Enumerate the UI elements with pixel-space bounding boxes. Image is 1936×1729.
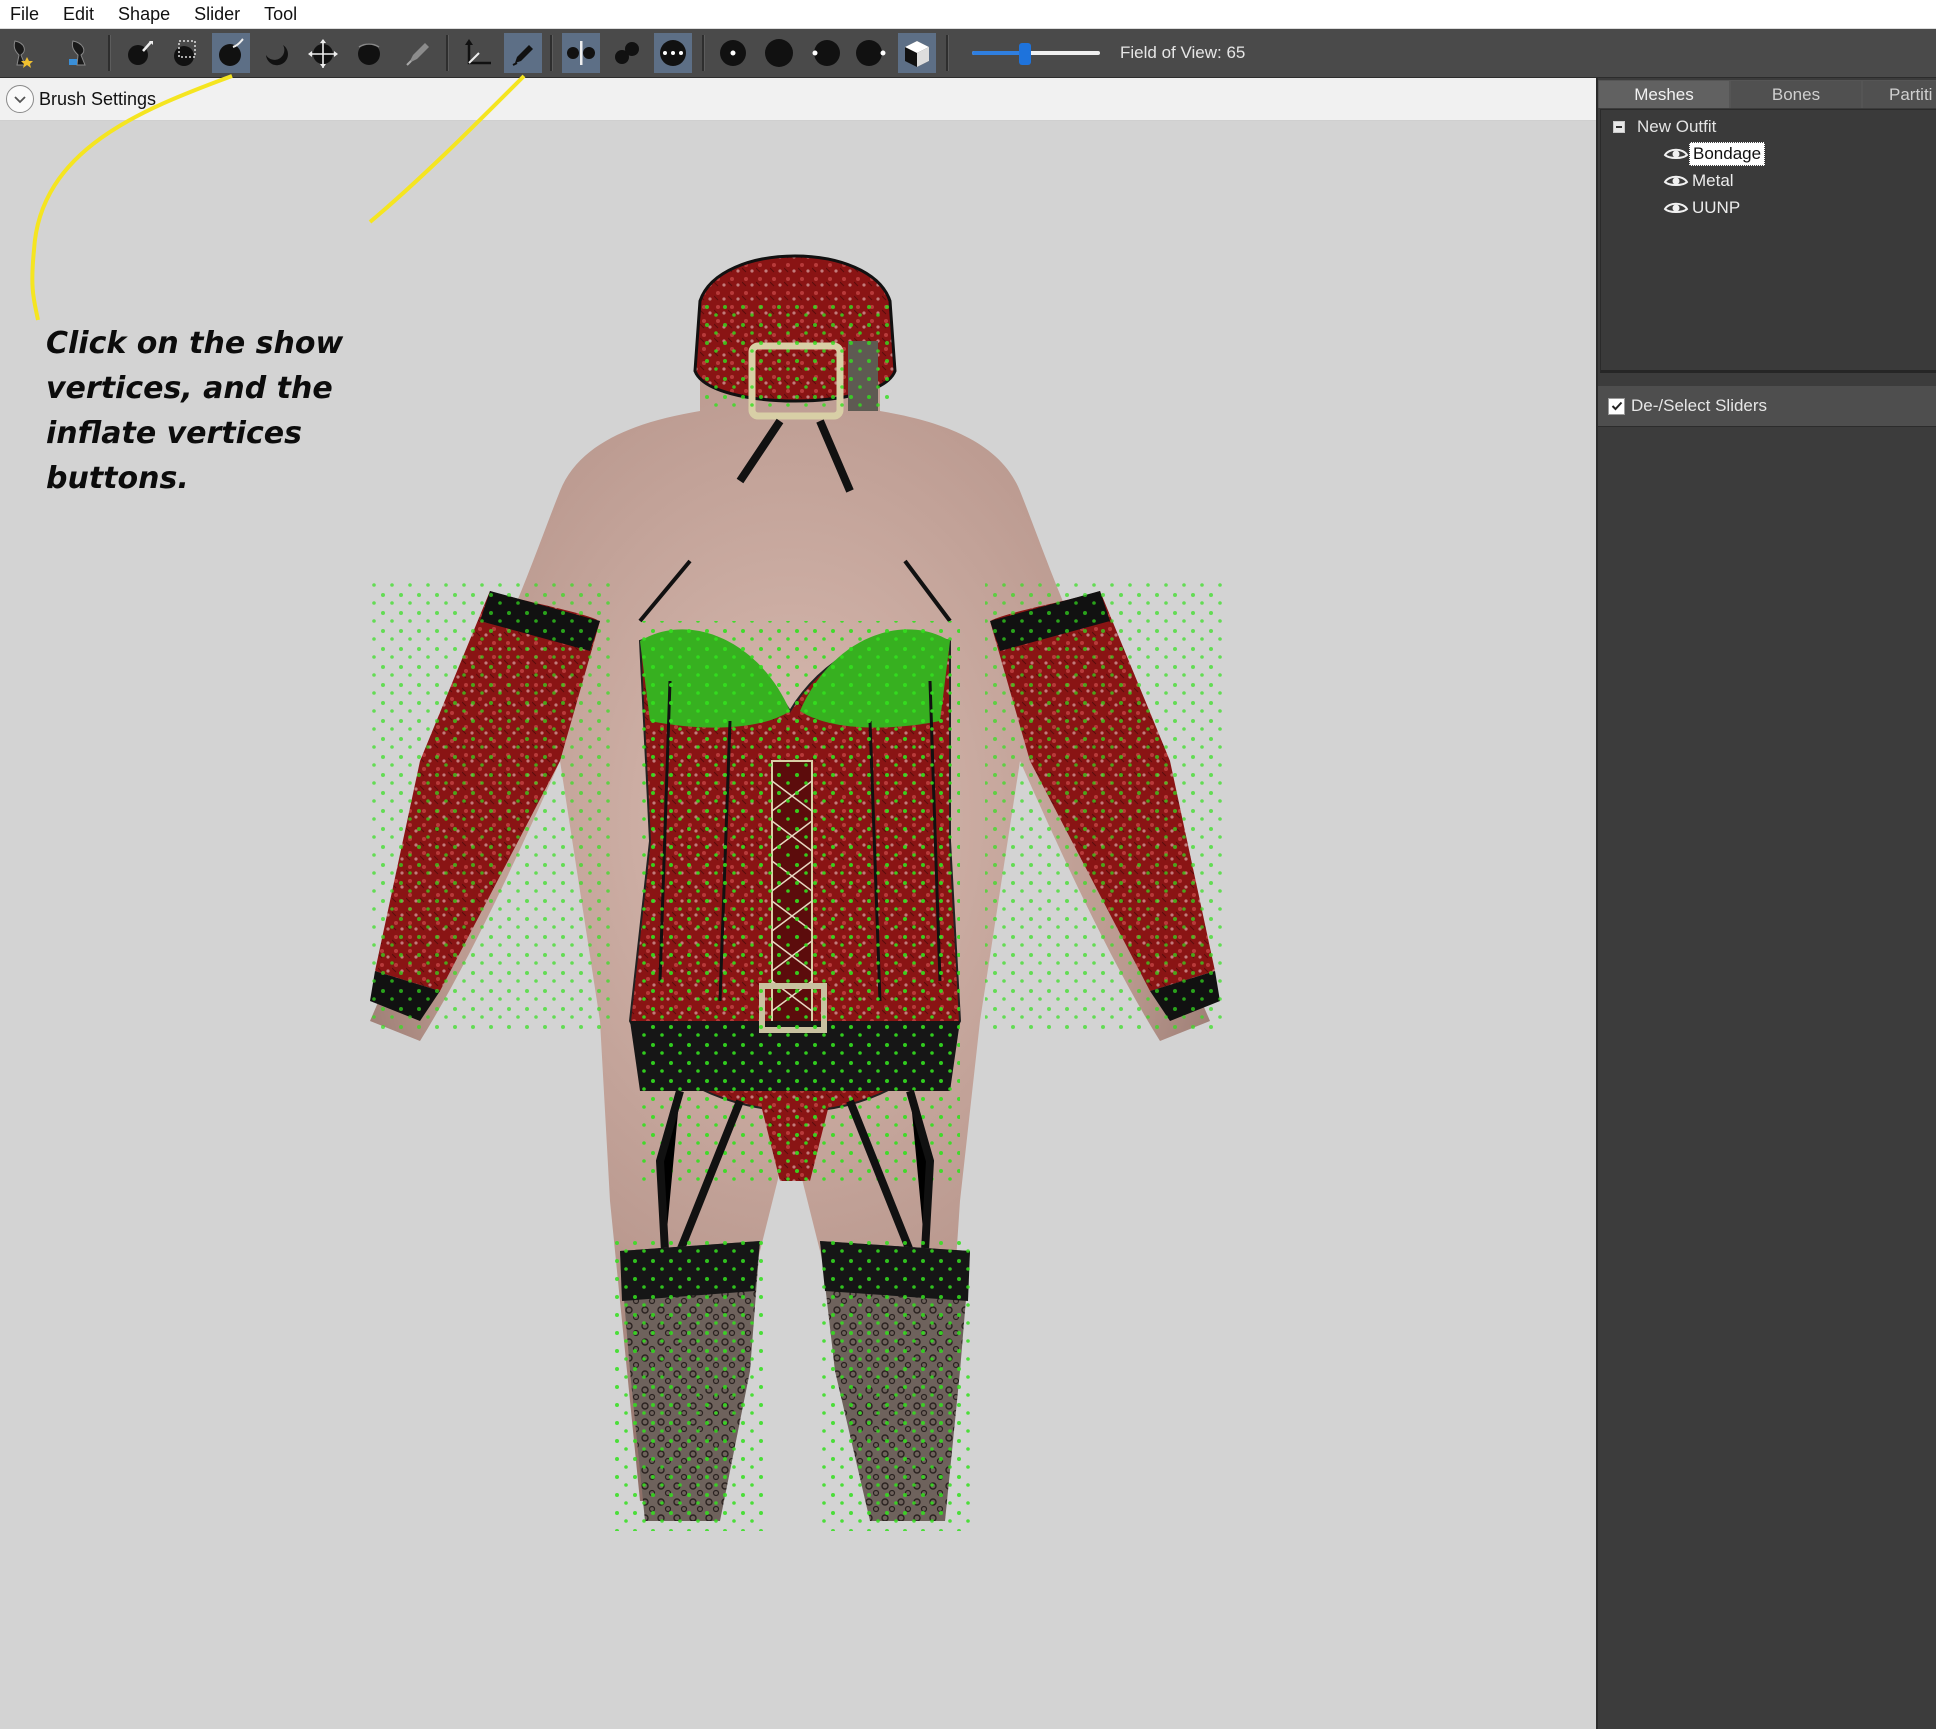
sphere-button[interactable] [760,33,798,73]
inflate-brush-button[interactable] [212,33,250,73]
slider-thumb[interactable] [1019,43,1031,65]
tree-item-label: Metal [1692,171,1734,190]
connected-only-button[interactable] [608,33,646,73]
brush-settings-bar[interactable]: Brush Settings [0,78,1596,121]
tutorial-annotation: Click on the show vertices, and the infl… [46,321,386,501]
weight-brush-icon [406,43,429,66]
tree-root[interactable]: New Outfit [1613,114,1716,140]
select-brush-button[interactable] [120,33,158,73]
eye-icon[interactable] [1663,172,1689,190]
new-project-icon [13,40,33,68]
menu-file[interactable]: File [0,0,51,28]
panel-tabs: Meshes Bones Partiti [1598,80,1936,108]
tree-item-label: UUNP [1692,198,1741,217]
deflate-brush-button[interactable] [258,33,296,73]
menu-edit[interactable]: Edit [51,0,106,28]
stockings [615,1241,975,1531]
menu-bar: File Edit Shape Slider Tool [0,0,1936,29]
tree-root-label: New Outfit [1637,117,1717,136]
sliders-list[interactable] [1598,427,1936,1729]
sphere-shaded-icon [856,40,886,66]
tab-bones[interactable]: Bones [1730,80,1862,108]
show-vertices-icon [660,40,686,66]
toolbar-separator [946,35,949,71]
select-brush-icon [128,41,153,65]
cube-icon [905,41,929,67]
brush-settings-label: Brush Settings [39,88,157,109]
annotation-line: buttons. [46,461,189,496]
tab-meshes[interactable]: Meshes [1598,80,1730,108]
transform-button[interactable] [458,33,496,73]
toolbar-separator [108,35,111,71]
eye-icon[interactable] [1663,199,1689,217]
new-project-button[interactable] [4,33,42,73]
mask-brush-icon [174,40,196,66]
sphere-icon [765,39,793,67]
cube-button[interactable] [898,33,936,73]
field-of-view-label: Field of View: 65 [1120,43,1246,62]
smooth-brush-button[interactable] [350,33,388,73]
menu-tool[interactable]: Tool [252,0,309,28]
inflate-brush-icon [219,38,244,66]
vertex-dot-button[interactable] [714,33,752,73]
slider-fill [972,51,1025,55]
checkmark-icon [1611,401,1622,411]
chevron-down-icon[interactable] [6,85,34,113]
tree-item-bondage[interactable]: Bondage [1663,142,1766,166]
color-pen-button[interactable] [504,33,542,73]
corset [628,559,962,1181]
right-panel: Meshes Bones Partiti New Outfit Bondage … [1596,78,1936,1729]
mesh-tree: New Outfit Bondage Metal UUNP [1600,109,1936,373]
menu-shape[interactable]: Shape [106,0,182,28]
show-vertices-button[interactable] [654,33,692,73]
toolbar: Field of View: 65 [0,29,1936,78]
field-of-view-slider[interactable] [972,43,1100,65]
sphere-dot-button[interactable] [806,33,844,73]
connected-only-icon [615,42,639,64]
annotation-line: inflate vertices [46,416,302,451]
collapse-icon[interactable] [1613,121,1625,133]
load-outfit-icon [69,40,86,66]
annotation-line: vertices, and the [46,371,333,406]
move-brush-icon [308,39,338,68]
mask-brush-button[interactable] [166,33,204,73]
weight-brush-button[interactable] [400,33,438,73]
tab-partitions[interactable]: Partiti [1862,80,1936,108]
eye-icon[interactable] [1663,145,1689,163]
sphere-shaded-button[interactable] [852,33,890,73]
tree-item-uunp[interactable]: UUNP [1663,196,1743,220]
3d-viewport[interactable]: Click on the show vertices, and the infl… [0,121,1596,1729]
color-pen-icon [512,45,533,66]
toolbar-separator [702,35,705,71]
select-sliders-checkbox[interactable] [1608,397,1625,415]
tree-item-label: Bondage [1689,142,1766,166]
annotation-line: Click on the show [46,326,344,361]
move-brush-button[interactable] [304,33,342,73]
load-outfit-button[interactable] [62,33,100,73]
sphere-dot-icon [812,40,840,66]
x-mirror-icon [567,41,595,65]
toolbar-separator [550,35,553,71]
toolbar-separator [446,35,449,71]
sliders-header: De-/Select Sliders [1598,386,1936,427]
smooth-brush-icon [358,43,380,65]
menu-slider[interactable]: Slider [182,0,252,28]
select-sliders-label: De-/Select Sliders [1631,396,1768,415]
deflate-brush-icon [266,45,288,66]
x-mirror-button[interactable] [562,33,600,73]
tree-item-metal[interactable]: Metal [1663,169,1737,193]
transform-icon [465,39,491,65]
vertex-dot-icon [720,40,746,66]
